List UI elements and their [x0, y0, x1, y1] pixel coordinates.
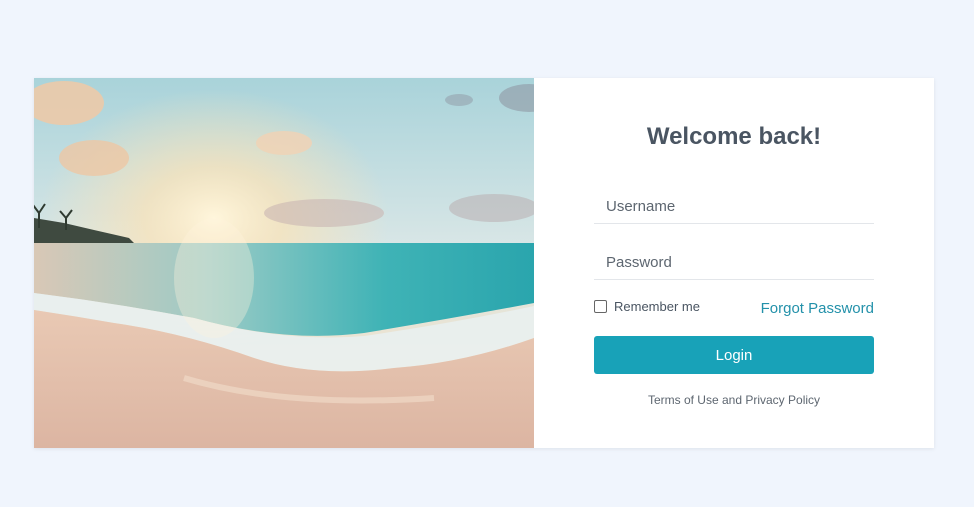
- login-form: Welcome back! Remember me Forgot Passwor…: [534, 78, 934, 448]
- forgot-password-link[interactable]: Forgot Password: [761, 300, 874, 317]
- beach-sunset-image: [34, 78, 534, 448]
- remember-me[interactable]: Remember me: [594, 299, 700, 314]
- login-card: Welcome back! Remember me Forgot Passwor…: [34, 78, 934, 448]
- login-button[interactable]: Login: [594, 336, 874, 374]
- remember-me-label: Remember me: [614, 299, 700, 314]
- username-input[interactable]: [594, 190, 874, 224]
- terms-link[interactable]: Terms of Use and Privacy Policy: [534, 393, 934, 407]
- password-input[interactable]: [594, 246, 874, 280]
- remember-me-checkbox[interactable]: [594, 300, 607, 313]
- page-title: Welcome back!: [646, 123, 822, 150]
